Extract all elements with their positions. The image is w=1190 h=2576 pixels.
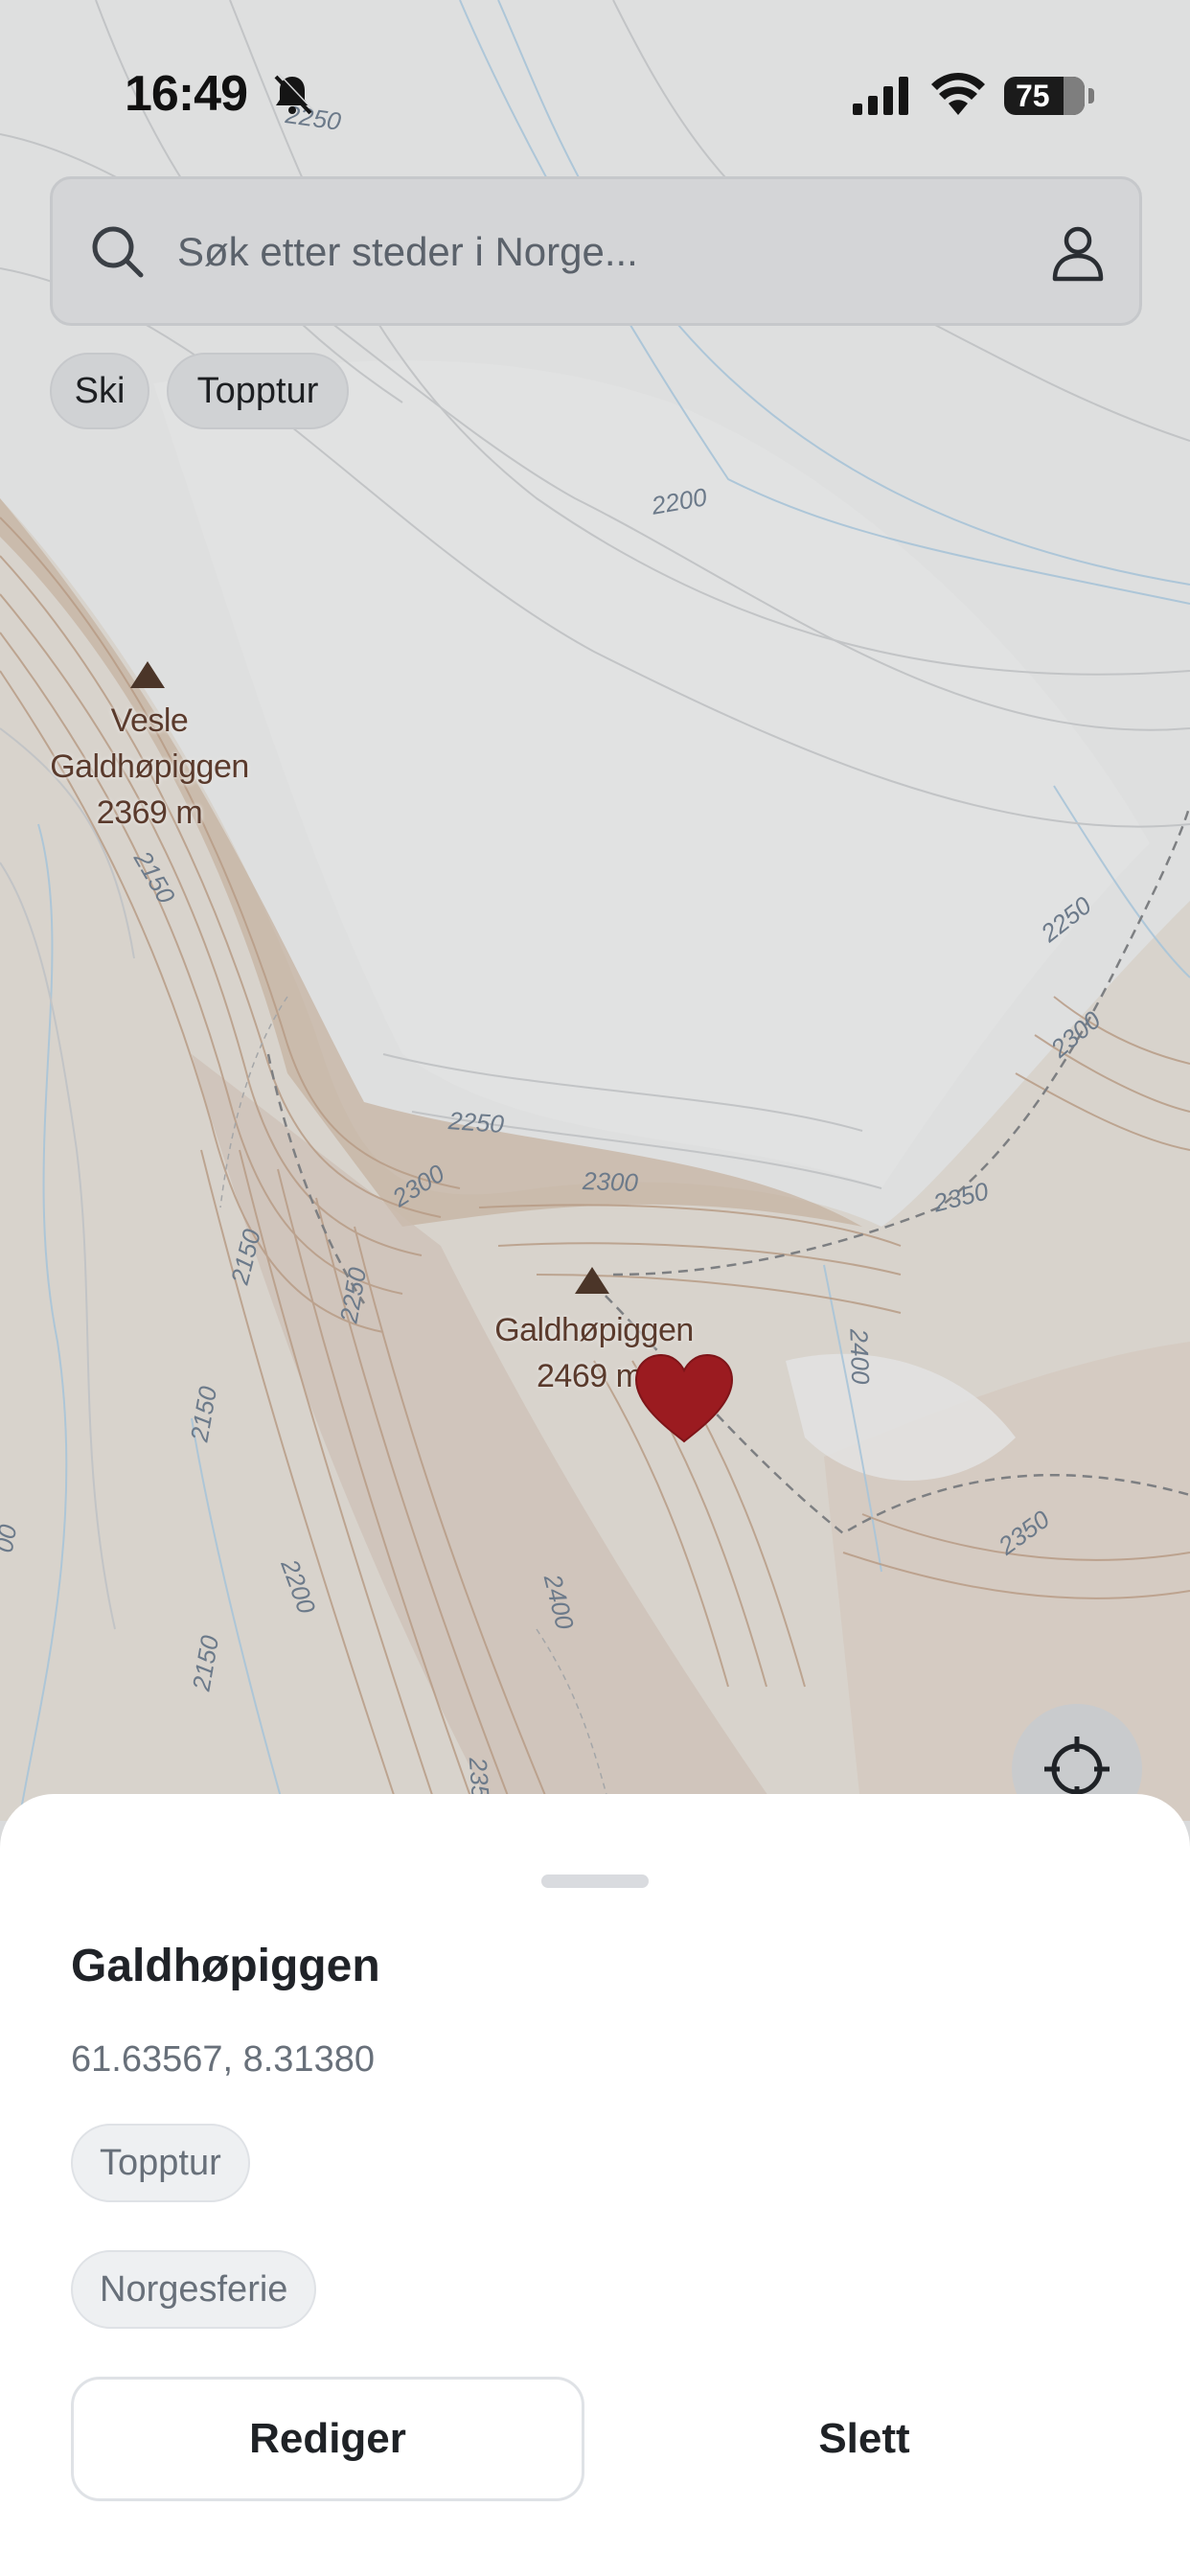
profile-icon[interactable] [1047,221,1109,283]
peak-elevation: 2369 m [96,794,203,831]
peak-icon [575,1267,609,1294]
wifi-icon [931,73,985,115]
edit-button[interactable]: Rediger [71,2377,584,2501]
contour-label: 2400 [844,1328,876,1385]
status-time: 16:49 [125,66,248,122]
screen: 2250 2200 2150 2250 2300 2250 2300 2300 … [0,0,1190,2576]
bell-slash-icon [274,73,314,115]
filter-chip-topptur[interactable]: Topptur [167,353,349,429]
place-title: Galdhøpiggen [71,1941,380,1991]
sheet-drag-handle[interactable] [541,1874,649,1888]
search-bar[interactable] [50,176,1142,326]
signal-icon [853,77,908,115]
battery-level: 75 [1016,79,1050,113]
place-details-sheet: Galdhøpiggen 61.63567, 8.31380 Topptur N… [0,1794,1190,2576]
filter-chip-ski[interactable]: Ski [50,353,149,429]
place-coordinates: 61.63567, 8.31380 [71,2039,375,2080]
delete-button[interactable]: Slett [613,2377,1115,2501]
contour-label: 2300 [582,1166,639,1198]
place-tag: Topptur [71,2124,250,2202]
search-input[interactable] [177,218,1020,287]
peak-name-line: Vesle [110,702,189,739]
search-icon [92,226,144,278]
contour-label: 2250 [447,1106,505,1138]
peak-name-line: Galdhøpiggen [50,748,249,785]
peak-label-vesle-galdhopiggen[interactable]: Vesle Galdhøpiggen 2369 m [38,698,261,836]
status-bar: 16:49 75 [0,0,1190,192]
crosshair-icon [1044,1736,1110,1802]
peak-icon [130,661,165,688]
place-tag: Norgesferie [71,2250,317,2329]
heart-marker-icon[interactable] [632,1353,736,1443]
battery-icon: 75 [1004,77,1094,115]
peak-name-line: Galdhøpiggen [494,1312,694,1348]
